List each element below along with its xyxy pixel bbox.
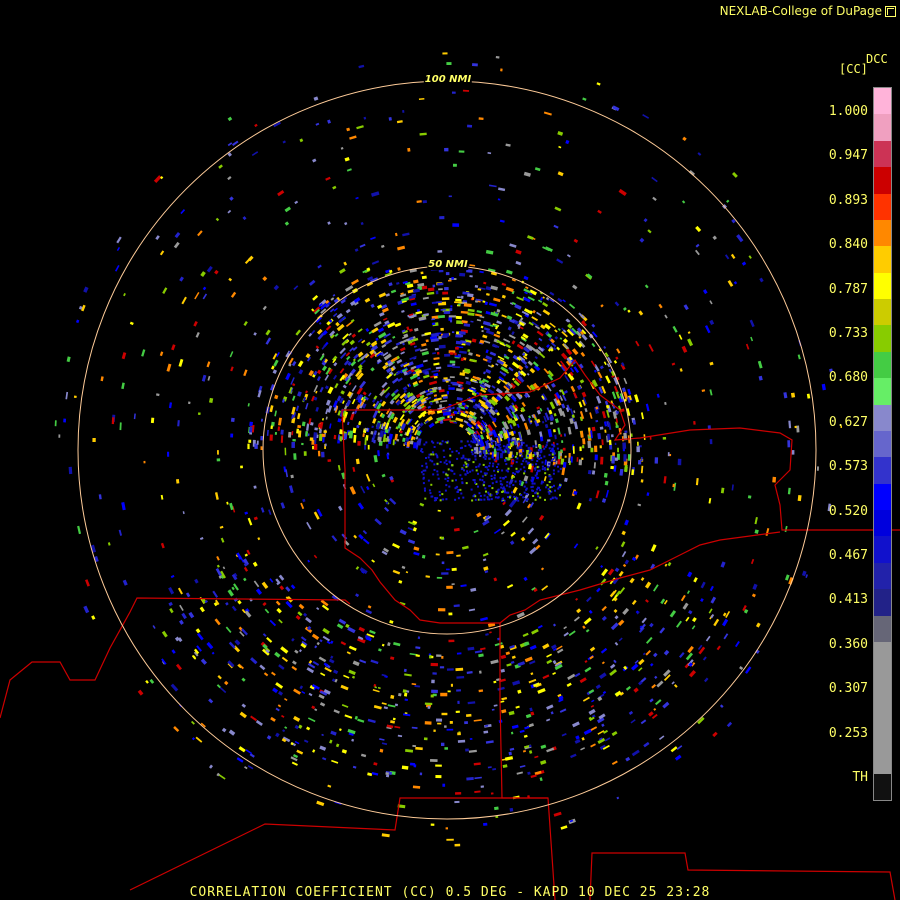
range-ring-label-100: 100 NMI: [423, 74, 473, 85]
color-scale-bar: [873, 87, 892, 801]
scale-color-segment: [874, 457, 891, 484]
scale-tick-label: 0.467: [828, 548, 868, 563]
scale-color-segment: [874, 88, 891, 115]
scale-color-segment: [874, 562, 891, 590]
scale-color-segment: [874, 272, 891, 299]
scale-color-segment: [874, 589, 891, 616]
radar-echoes: [54, 52, 843, 847]
credit-text: NEXLAB-College of DuPage: [719, 4, 882, 18]
scale-unit-label: [CC]: [839, 62, 868, 76]
scale-color-segment: [874, 193, 891, 220]
scale-color-segment: [874, 694, 891, 721]
scale-tick-label: 0.413: [828, 592, 868, 608]
product-footer: CORRELATION COEFFICIENT (CC) 0.5 DEG - K…: [189, 885, 711, 900]
scale-tick-label: 0.787: [828, 281, 868, 297]
scale-color-segment: [874, 404, 891, 431]
scale-tick-label: 0.840: [828, 237, 868, 253]
range-ring-100: [77, 80, 817, 820]
scale-color-segment: [874, 378, 891, 405]
scale-color-segment: [874, 325, 891, 352]
scale-product-label: DCC: [866, 52, 888, 66]
scale-color-segment: [874, 668, 891, 695]
scale-color-segment: [874, 721, 891, 748]
scale-color-segment: [874, 351, 891, 379]
scale-tick-label: 0.573: [828, 459, 868, 475]
scale-color-segment: [874, 219, 891, 247]
scale-tick-label: 0.680: [828, 370, 868, 386]
scale-color-segment: [874, 510, 891, 537]
scale-color-segment: [874, 536, 891, 563]
scale-tick-label: 0.733: [828, 326, 868, 341]
scale-tick-label: 0.307: [828, 681, 868, 697]
scale-tick-label: 1.000: [828, 104, 868, 119]
scale-tick-label: 0.360: [828, 636, 868, 652]
scale-tick-label: 0.947: [828, 148, 868, 164]
scale-color-segment: [874, 299, 891, 326]
scale-color-segment: [874, 641, 891, 669]
scale-tick-label: TH: [852, 770, 868, 785]
nexlab-credit-link[interactable]: NEXLAB-College of DuPage: [720, 4, 896, 18]
range-rings: [77, 80, 817, 820]
scale-color-segment: [874, 114, 891, 141]
scale-color-segment: [874, 167, 891, 194]
scale-color-segment: [874, 615, 891, 642]
scale-color-segment: [874, 140, 891, 168]
scale-color-segment: [874, 430, 891, 458]
range-ring-label-50: 50 NMI: [427, 259, 469, 270]
scale-tick-label: 0.253: [828, 725, 868, 741]
external-link-icon: [885, 5, 896, 17]
scale-tick-label: 0.627: [828, 414, 868, 430]
boundary-line: [129, 797, 548, 891]
scale-tick-label: 0.520: [828, 503, 868, 519]
scale-color-segment: [874, 747, 891, 774]
scale-color-segment: [874, 773, 891, 801]
scale-color-segment: [874, 246, 891, 273]
scale-color-segment: [874, 483, 891, 510]
radar-map: [0, 52, 900, 900]
scale-tick-label: 0.893: [828, 192, 868, 208]
